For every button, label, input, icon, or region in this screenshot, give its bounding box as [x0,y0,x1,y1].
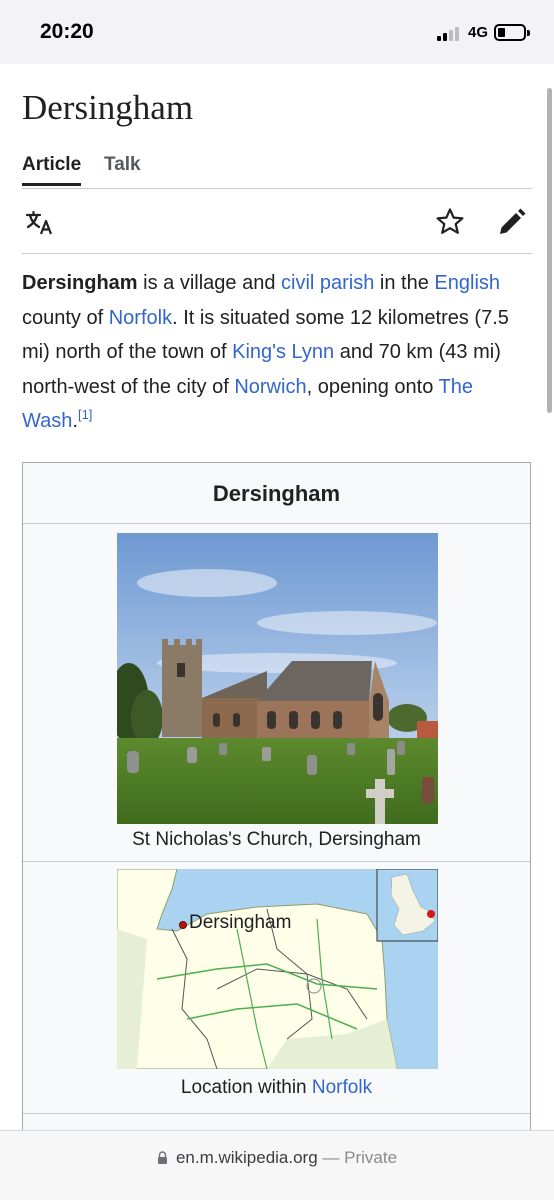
reference-1[interactable]: [1] [78,407,92,422]
link-civil-parish[interactable]: civil parish [281,272,374,294]
scroll-indicator [547,88,552,413]
row-divider [23,861,530,862]
url-text: en.m.wikipedia.org [175,1148,318,1167]
image-caption: St Nicholas's Church, Dersingham [132,829,421,850]
link-norwich[interactable]: Norwich [234,376,306,398]
private-label: Private [344,1148,398,1167]
map-label: Dersingham [189,912,292,933]
star-icon[interactable] [434,206,466,238]
url-separator: — [317,1148,345,1167]
lead-text: county of [22,306,109,329]
link-english[interactable]: English [434,272,500,294]
tab-article[interactable]: Article [22,154,82,186]
link-location-norfolk[interactable]: Norfolk [312,1077,372,1098]
infobox: Dersingham St Nicholas's Church, Dersing… [22,462,531,1162]
address-bar[interactable]: en.m.wikipedia.org — Private [0,1148,554,1168]
lead-text: , opening onto [306,375,439,398]
edit-pencil-icon[interactable] [496,206,528,238]
lead-text: is a village and [137,272,282,294]
location-map[interactable] [117,869,438,1069]
language-icon[interactable] [24,206,56,238]
article-subject: Dersingham [22,272,138,294]
lead-text: in the [374,272,435,294]
link-kings-lynn[interactable]: King's Lynn [232,341,334,363]
page-title: Dersingham [22,88,194,127]
infobox-title: Dersingham [23,463,530,524]
location-caption: Location within Norfolk [23,1077,530,1099]
browser-bottom-bar: en.m.wikipedia.org — Private [0,1130,554,1200]
location-caption-text: Location within [180,1077,312,1098]
lead-paragraph: Dersingham is a village and civil parish… [22,266,530,439]
status-bar: 20:20 4G [0,0,554,64]
battery-icon [494,24,530,41]
page-tabs: Article Talk [22,152,532,189]
link-norfolk[interactable]: Norfolk [109,307,172,329]
lock-icon [157,1151,167,1164]
page-actions-toolbar [22,190,532,254]
status-time: 20:20 [40,20,94,43]
church-photo[interactable] [117,533,438,824]
network-type: 4G [468,24,489,41]
signal-strength-icon [437,27,463,41]
tab-talk[interactable]: Talk [104,154,141,185]
